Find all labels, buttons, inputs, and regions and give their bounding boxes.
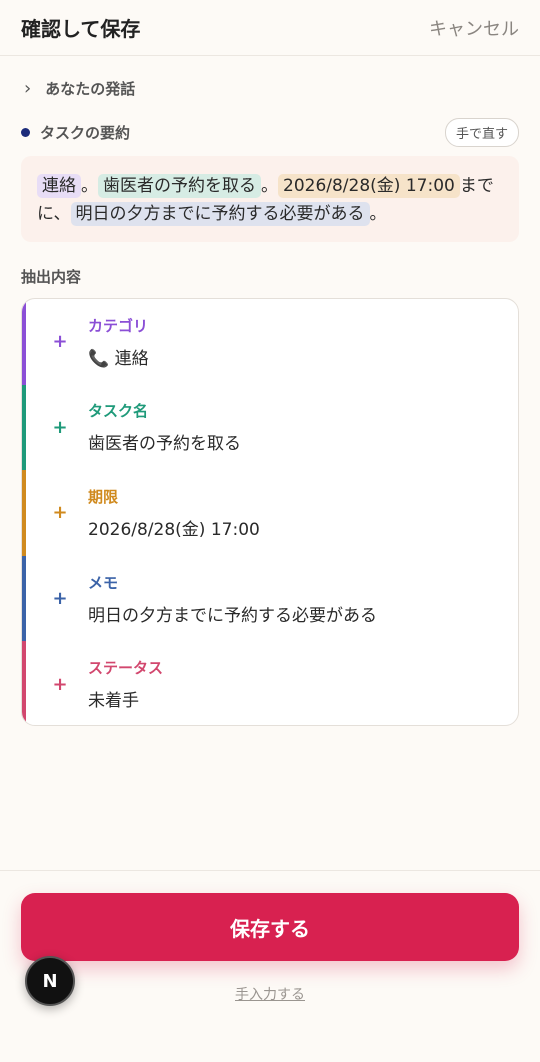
- field-label: 期限: [88, 487, 119, 506]
- page-title: 確認して保存: [21, 17, 141, 41]
- chevron-right-icon: ›: [24, 78, 32, 99]
- field-value: 未着手: [88, 691, 139, 712]
- save-button[interactable]: 保存する: [21, 893, 519, 961]
- bullet-dot-icon: [21, 127, 30, 137]
- plus-icon[interactable]: +: [22, 417, 88, 438]
- field-deadline[interactable]: + 期限 2026/8/28(金) 17:00: [22, 470, 518, 556]
- field-color-bar: [22, 299, 26, 385]
- field-category[interactable]: + カテゴリ 📞 連絡: [22, 299, 518, 385]
- field-color-bar: [22, 555, 26, 642]
- field-label: ステータス: [88, 659, 164, 678]
- summary-task-highlight[interactable]: 歯医者の予約を取る: [98, 174, 261, 198]
- extracted-fields-card: + カテゴリ 📞 連絡 + タスク名 歯医者の予約を取る + 期限 2026/8…: [21, 298, 519, 726]
- field-memo[interactable]: + メモ 明日の夕方までに予約する必要がある: [22, 555, 518, 642]
- summary-memo-highlight[interactable]: 明日の夕方までに予約する必要がある: [70, 202, 370, 226]
- field-color-bar: [22, 470, 26, 556]
- summary-label: タスクの要約: [40, 123, 131, 142]
- summary-text: 連絡。歯医者の予約を取る。 2026/8/28(金) 17:00 までに、 明日の夕方…: [21, 156, 519, 242]
- field-color-bar: [22, 384, 26, 471]
- header: 確認して保存 キャンセル: [0, 0, 540, 56]
- summary-category-highlight[interactable]: 連絡: [37, 174, 81, 198]
- field-label: タスク名: [88, 402, 149, 421]
- plus-icon[interactable]: +: [22, 331, 88, 352]
- plus-icon[interactable]: +: [22, 674, 88, 695]
- field-status[interactable]: + ステータス 未着手: [22, 641, 518, 725]
- field-value: 📞 連絡: [88, 348, 149, 369]
- summary-header: タスクの要約 手で直す: [21, 117, 519, 147]
- utterance-toggle[interactable]: › あなたの発話: [24, 78, 135, 99]
- field-label: メモ: [88, 573, 119, 592]
- cancel-button[interactable]: キャンセル: [429, 15, 519, 41]
- manual-input-link[interactable]: 手入力する: [0, 984, 540, 1004]
- utterance-label: あなたの発話: [45, 80, 136, 98]
- field-label: カテゴリ: [88, 316, 149, 335]
- field-value: 明日の夕方までに予約する必要がある: [88, 605, 377, 626]
- extracted-section-label: 抽出内容: [21, 268, 82, 286]
- manual-fix-button[interactable]: 手で直す: [444, 117, 519, 147]
- field-task-name[interactable]: + タスク名 歯医者の予約を取る: [22, 384, 518, 471]
- field-color-bar: [22, 641, 26, 725]
- summary-text-segment: 。: [261, 176, 278, 196]
- plus-icon[interactable]: +: [22, 502, 88, 523]
- n-logo-badge[interactable]: N: [25, 956, 75, 1006]
- field-value: 歯医者の予約を取る: [88, 434, 241, 455]
- field-value: 2026/8/28(金) 17:00: [88, 519, 260, 540]
- summary-text-segment: 。: [81, 176, 98, 196]
- plus-icon[interactable]: +: [22, 588, 88, 609]
- summary-text-segment: 。: [369, 204, 387, 224]
- summary-deadline-highlight[interactable]: 2026/8/28(金) 17:00: [278, 174, 460, 198]
